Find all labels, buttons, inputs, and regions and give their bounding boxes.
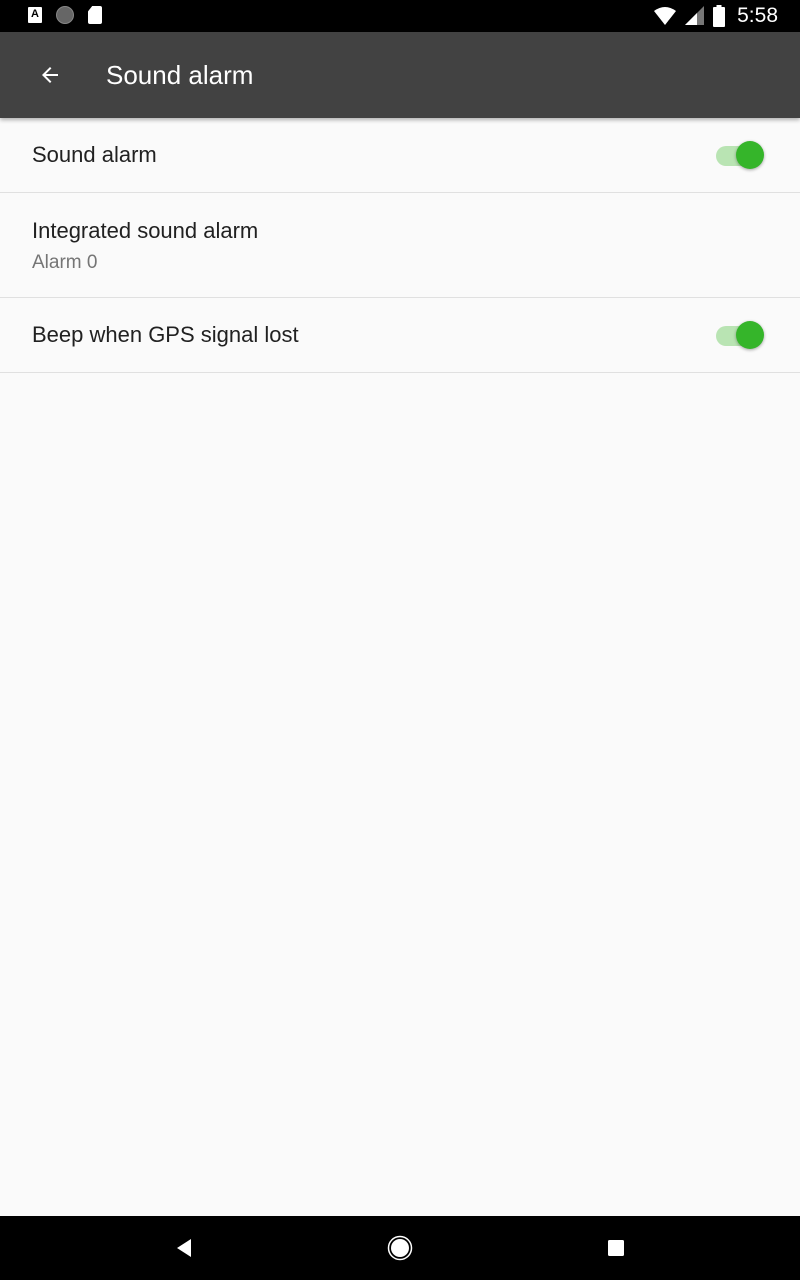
battery-icon xyxy=(713,5,726,27)
svg-text:x: x xyxy=(668,18,673,26)
sd-card-icon xyxy=(88,6,102,24)
sound-alarm-switch[interactable] xyxy=(716,137,764,173)
nav-back-icon xyxy=(177,1239,191,1257)
circle-notification-icon xyxy=(56,6,74,24)
setting-integrated-sound-alarm[interactable]: Integrated sound alarm Alarm 0 xyxy=(0,193,800,298)
nav-back-button[interactable] xyxy=(168,1232,200,1264)
settings-list: Sound alarm Integrated sound alarm Alarm… xyxy=(0,118,800,373)
nav-recents-icon xyxy=(608,1240,624,1256)
beep-gps-lost-switch[interactable] xyxy=(716,317,764,353)
arrow-back-icon xyxy=(42,67,58,83)
setting-sound-alarm[interactable]: Sound alarm xyxy=(0,118,800,193)
status-bar: A x 5:58 xyxy=(0,0,800,32)
nav-home-icon xyxy=(387,1235,413,1261)
app-bar: Sound alarm xyxy=(0,32,800,118)
wifi-no-internet-icon: x xyxy=(654,7,677,26)
back-button[interactable] xyxy=(30,55,70,95)
setting-title: Sound alarm xyxy=(32,142,157,167)
nav-recents-button[interactable] xyxy=(600,1232,632,1264)
navigation-bar xyxy=(0,1216,800,1280)
page-title: Sound alarm xyxy=(106,60,254,90)
setting-title: Integrated sound alarm xyxy=(32,218,259,243)
setting-beep-gps-lost[interactable]: Beep when GPS signal lost xyxy=(0,298,800,373)
setting-summary: Alarm 0 xyxy=(32,252,98,273)
cell-signal-icon xyxy=(685,6,705,25)
accessibility-a-icon: A xyxy=(28,7,42,23)
switch-thumb xyxy=(736,141,764,169)
nav-home-button[interactable] xyxy=(384,1232,416,1264)
status-time: 5:58 xyxy=(737,4,778,27)
switch-thumb xyxy=(736,321,764,349)
setting-title: Beep when GPS signal lost xyxy=(32,322,299,347)
